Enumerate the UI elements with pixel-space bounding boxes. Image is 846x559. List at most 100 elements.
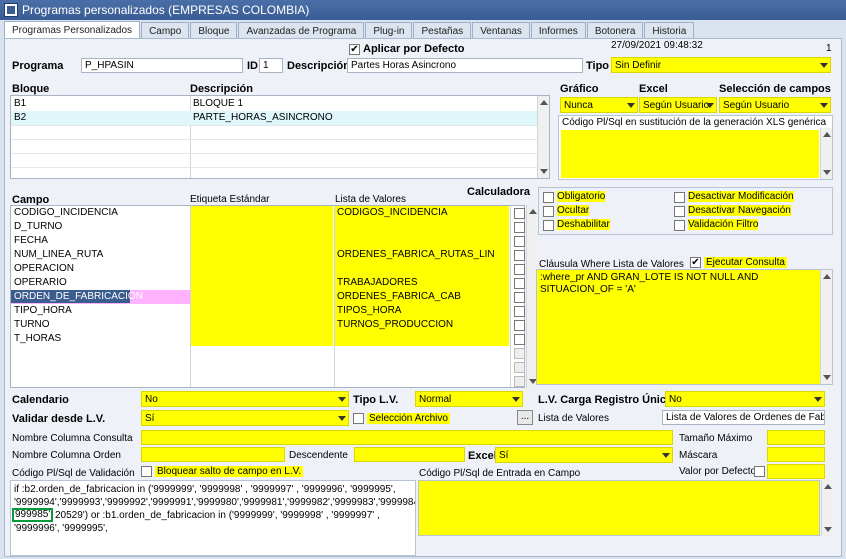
table-row[interactable]: TIPO_HORA TIPOS_HORA (11, 304, 510, 318)
tab-informes[interactable]: Informes (530, 22, 586, 39)
calc-checkbox[interactable] (514, 264, 525, 275)
clausula-scrollbar[interactable] (820, 270, 832, 384)
descripcion-label: Descripción (287, 60, 350, 72)
calendario-select[interactable]: No (141, 391, 349, 407)
seleccion-label: Selección de campos (719, 83, 831, 95)
descendente-input[interactable] (354, 447, 465, 462)
bloquear-checkbox[interactable] (141, 466, 152, 477)
tab-historia[interactable]: Historia (644, 22, 695, 39)
excel-bottom-select[interactable]: Sí (495, 447, 673, 463)
calendario-value: No (145, 394, 158, 405)
lista-cell: ORDENES_FABRICA_RUTAS_LIN (337, 249, 495, 260)
tab-bloque[interactable]: Bloque (190, 22, 238, 39)
table-row[interactable]: B2 PARTE_HORAS_ASINCRONO (11, 111, 537, 125)
ejecutar-checkbox[interactable]: ✔ (690, 257, 701, 268)
nombre-col-orden-input[interactable] (141, 447, 285, 462)
table-row[interactable]: CODIGO_INCIDENCIA CODIGOS_INCIDENCIA (11, 206, 510, 220)
table-row[interactable]: T_HORAS (11, 332, 510, 346)
campo-cell: OPERACION (14, 263, 75, 274)
excel-select[interactable]: Según Usuario (639, 97, 717, 113)
scroll-up-icon (824, 484, 832, 489)
valor-defecto-checkbox[interactable] (754, 466, 765, 477)
codigo-entrada-editor[interactable] (418, 480, 820, 536)
calc-checkbox[interactable] (514, 236, 525, 247)
tab-campo[interactable]: Campo (141, 22, 190, 39)
table-row[interactable]: NUM_LINEA_RUTA ORDENES_FABRICA_RUTAS_LIN (11, 248, 510, 262)
obligatorio-checkbox[interactable] (543, 192, 554, 203)
calc-checkbox[interactable] (514, 334, 525, 345)
scroll-up-icon (823, 132, 831, 137)
grafico-label: Gráfico (560, 83, 599, 95)
calc-checkbox[interactable] (514, 320, 525, 331)
programa-input[interactable]: P_HPASIN (81, 58, 243, 73)
id-input[interactable]: 1 (259, 58, 283, 73)
ocultar-checkbox[interactable] (543, 206, 554, 217)
validar-select[interactable]: Sí (141, 410, 349, 426)
seleccion-select[interactable]: Según Usuario (719, 97, 831, 113)
codigo-entrada-scrollbar[interactable] (821, 480, 833, 536)
tab-plugin[interactable]: Plug-in (365, 22, 413, 39)
tipo-lv-select[interactable]: Normal (415, 391, 523, 407)
chevron-down-icon (338, 416, 346, 421)
tamano-max-input[interactable] (767, 430, 825, 445)
codigo-xls-scrollbar[interactable] (820, 128, 832, 179)
calc-checkbox[interactable] (514, 208, 525, 219)
calc-checkbox[interactable] (514, 222, 525, 233)
tab-ventanas[interactable]: Ventanas (472, 22, 530, 39)
descripcion-input[interactable]: Partes Horas Asincrono (347, 58, 583, 73)
mascara-label: Máscara (679, 450, 718, 461)
calc-checkbox[interactable] (514, 278, 525, 289)
table-row[interactable]: B1 BLOQUE 1 (11, 97, 537, 111)
valor-defecto-input[interactable] (767, 464, 825, 479)
tipo-lv-value: Normal (419, 394, 452, 405)
chevron-down-icon (820, 63, 828, 68)
bloquear-label: Bloquear salto de campo en L.V. (155, 466, 304, 477)
ellipsis-button[interactable]: ... (517, 410, 533, 425)
chevron-down-icon (820, 103, 828, 108)
codigo-validacion-editor[interactable]: if :b2.orden_de_fabricacion in ('9999999… (10, 480, 416, 556)
calc-checkbox[interactable] (514, 292, 525, 303)
campo-cell: ORDEN_DE_FABRICACION (14, 291, 143, 302)
codigo-xls-box: Código Pl/Sql en sustitución de la gener… (558, 115, 833, 180)
grafico-select[interactable]: Nunca (560, 97, 638, 113)
tab-botonera[interactable]: Botonera (586, 22, 644, 39)
nombre-col-consulta-label: Nombre Columna Consulta (12, 433, 133, 444)
tab-pestanas[interactable]: Pestañas (413, 22, 472, 39)
lv-carga-select[interactable]: No (665, 391, 825, 407)
calc-checkbox[interactable] (514, 362, 525, 373)
table-row[interactable]: TURNO TURNOS_PRODUCCION (11, 318, 510, 332)
clausula-editor[interactable]: :where_pr AND GRAN_LOTE IS NOT NULL AND … (536, 269, 833, 385)
table-row[interactable]: OPERARIO TRABAJADORES (11, 276, 510, 290)
codigo-xls-editor[interactable] (561, 130, 819, 178)
apply-default-checkbox[interactable]: ✔ (349, 44, 360, 55)
tab-avanzadas[interactable]: Avanzadas de Programa (238, 22, 365, 39)
table-row[interactable]: OPERACION (11, 262, 510, 276)
table-row[interactable]: ORDEN_DE_FABRICACION ORDENES_FABRICA_CAB (11, 290, 510, 304)
main-panel: ✔ Aplicar por Defecto 27/09/2021 09:48:3… (4, 38, 842, 557)
tipo-select[interactable]: Sin Definir (611, 57, 831, 73)
calc-checkbox[interactable] (514, 348, 525, 359)
desactivar-nav-label: Desactivar Navegación (688, 205, 791, 216)
apply-default-label: Aplicar por Defecto (363, 43, 465, 55)
mascara-input[interactable] (767, 447, 825, 462)
table-row[interactable]: FECHA (11, 234, 510, 248)
blocks-scrollbar[interactable] (537, 96, 549, 178)
nombre-col-consulta-input[interactable] (141, 430, 673, 445)
calc-checkbox[interactable] (514, 250, 525, 261)
seleccion-archivo-checkbox[interactable] (353, 413, 364, 424)
table-row[interactable]: D_TURNO (11, 220, 510, 234)
lista-valores-input[interactable]: Lista de Valores de Ordenes de Fabrica (662, 410, 825, 425)
excel-label: Excel (639, 83, 668, 95)
desactivar-nav-checkbox[interactable] (674, 206, 685, 217)
validacion-filtro-checkbox[interactable] (674, 220, 685, 231)
calendario-label: Calendario (12, 394, 69, 406)
desactivar-mod-checkbox[interactable] (674, 192, 685, 203)
chevron-down-icon (662, 453, 670, 458)
deshabilitar-checkbox[interactable] (543, 220, 554, 231)
calc-checkbox[interactable] (514, 376, 525, 387)
col-bloque: Bloque (12, 83, 50, 95)
tab-programas-personalizados[interactable]: Programas Personalizados (4, 21, 141, 39)
scroll-up-icon (529, 209, 537, 214)
calc-checkbox[interactable] (514, 306, 525, 317)
codigo-line: '9999996', '9999995', (14, 523, 108, 534)
